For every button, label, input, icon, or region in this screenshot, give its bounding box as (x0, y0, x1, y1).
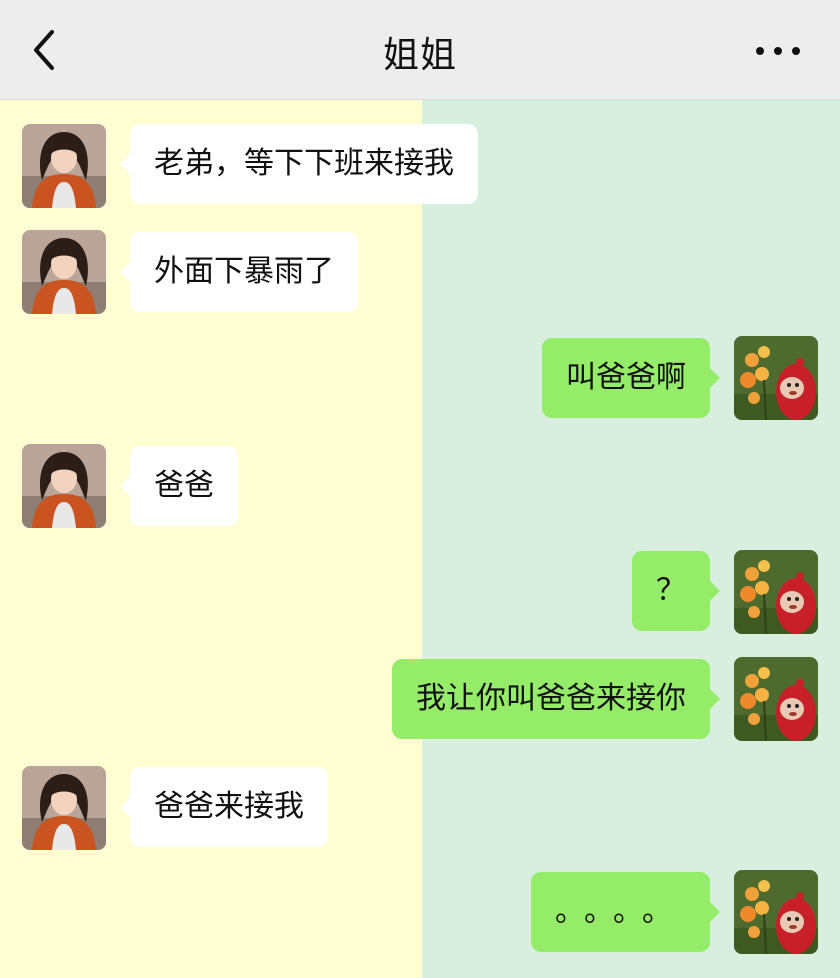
outgoing-message[interactable]: 我让你叫爸爸来接你 (392, 659, 720, 739)
message-text: ？ (656, 573, 686, 608)
message-text: 爸爸来接我 (154, 789, 304, 824)
my-avatar[interactable] (734, 657, 818, 741)
chat-header: 姐姐 (0, 0, 840, 100)
message-text: 叫爸爸啊 (566, 360, 686, 395)
message-list[interactable]: 老弟，等下下班来接我 外面下暴雨了 叫爸爸啊 爸爸 ？ 我让你叫爸爸来接你 爸爸… (0, 100, 840, 978)
my-avatar[interactable] (734, 336, 818, 420)
incoming-message[interactable]: 爸爸 (120, 446, 238, 526)
incoming-message[interactable]: 老弟，等下下班来接我 (120, 124, 478, 204)
message-text: 。。。。 (555, 894, 686, 929)
incoming-message[interactable]: 爸爸来接我 (120, 767, 328, 847)
my-avatar[interactable] (734, 550, 818, 634)
sister-avatar[interactable] (22, 230, 106, 314)
message-text: 老弟，等下下班来接我 (154, 146, 454, 181)
message-text: 外面下暴雨了 (154, 254, 334, 289)
chat-title: 姐姐 (382, 35, 457, 76)
sister-avatar[interactable] (22, 766, 106, 850)
sister-avatar[interactable] (22, 124, 106, 208)
more-button[interactable] (754, 32, 802, 68)
outgoing-message[interactable]: 叫爸爸啊 (542, 338, 720, 418)
message-text: 我让你叫爸爸来接你 (416, 681, 686, 716)
more-dots-icon (756, 47, 764, 55)
message-text: 爸爸 (154, 468, 214, 503)
right-background (422, 100, 840, 978)
outgoing-message[interactable]: 。。。。 (531, 872, 720, 952)
outgoing-message[interactable]: ？ (632, 551, 720, 631)
my-avatar[interactable] (734, 870, 818, 954)
sister-avatar[interactable] (22, 444, 106, 528)
incoming-message[interactable]: 外面下暴雨了 (120, 232, 358, 312)
